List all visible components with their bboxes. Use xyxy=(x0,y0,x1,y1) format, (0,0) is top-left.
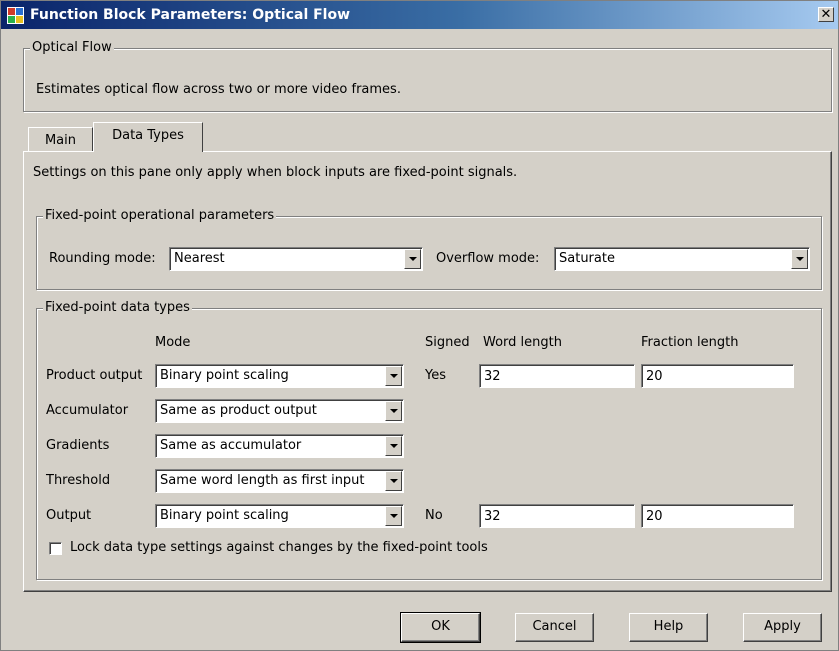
header-mode: Mode xyxy=(155,335,191,350)
ok-button-label: OK xyxy=(431,619,450,634)
accumulator-mode-select[interactable]: Same as product output xyxy=(155,399,404,423)
overflow-mode-value: Saturate xyxy=(559,251,615,266)
overflow-dropdown-arrow-icon[interactable] xyxy=(791,249,808,269)
description-text: Estimates optical flow across two or mor… xyxy=(36,82,401,97)
output-word-length-input[interactable] xyxy=(479,504,635,528)
product-output-signed: Yes xyxy=(425,368,446,383)
data-types-legend: Fixed-point data types xyxy=(43,300,192,315)
operational-legend: Fixed-point operational parameters xyxy=(43,208,277,223)
product-output-mode-select[interactable]: Binary point scaling xyxy=(155,364,404,388)
rounding-mode-value: Nearest xyxy=(174,251,225,266)
row-label-accumulator: Accumulator xyxy=(46,403,129,418)
description-legend: Optical Flow xyxy=(30,40,114,55)
output-signed: No xyxy=(425,508,443,523)
threshold-mode-value: Same word length as first input xyxy=(160,473,365,488)
gradients-mode-value: Same as accumulator xyxy=(160,438,302,453)
close-icon: ✕ xyxy=(820,7,832,22)
row-label-threshold: Threshold xyxy=(46,473,111,488)
output-dropdown-arrow-icon[interactable] xyxy=(385,506,402,526)
title-bar[interactable]: Function Block Parameters: Optical Flow … xyxy=(1,1,838,29)
cancel-button-label: Cancel xyxy=(532,619,577,634)
apply-button-label: Apply xyxy=(764,619,801,634)
simulink-block-icon xyxy=(7,7,24,24)
operational-parameters-group: Fixed-point operational parameters Round… xyxy=(36,208,822,290)
output-fraction-length-input[interactable] xyxy=(641,504,794,528)
apply-button[interactable]: Apply xyxy=(743,613,822,642)
accumulator-mode-value: Same as product output xyxy=(160,403,317,418)
product-output-dropdown-arrow-icon[interactable] xyxy=(385,366,402,386)
description-group: Optical Flow Estimates optical flow acro… xyxy=(23,40,832,112)
threshold-mode-select[interactable]: Same word length as first input xyxy=(155,469,404,493)
help-button-label: Help xyxy=(653,619,684,634)
close-button[interactable]: ✕ xyxy=(818,7,834,22)
tab-data-types-label: Data Types xyxy=(112,128,184,143)
header-word-length: Word length xyxy=(483,335,562,350)
row-label-output: Output xyxy=(46,508,92,523)
data-types-group: Fixed-point data types Mode Signed Word … xyxy=(36,300,822,580)
tab-data-types[interactable]: Data Types xyxy=(93,122,203,152)
help-button[interactable]: Help xyxy=(629,613,708,642)
pane-note: Settings on this pane only apply when bl… xyxy=(33,165,518,180)
rounding-dropdown-arrow-icon[interactable] xyxy=(404,249,421,269)
product-output-word-length-input[interactable] xyxy=(479,364,635,388)
product-output-mode-value: Binary point scaling xyxy=(160,368,289,383)
output-mode-value: Binary point scaling xyxy=(160,508,289,523)
lock-data-types-checkbox[interactable] xyxy=(49,542,62,555)
window-title: Function Block Parameters: Optical Flow xyxy=(30,7,351,23)
cancel-button[interactable]: Cancel xyxy=(515,613,594,642)
accumulator-dropdown-arrow-icon[interactable] xyxy=(385,401,402,421)
product-output-fraction-length-input[interactable] xyxy=(641,364,794,388)
header-signed: Signed xyxy=(425,335,470,350)
overflow-mode-label: Overflow mode: xyxy=(436,251,540,266)
output-mode-select[interactable]: Binary point scaling xyxy=(155,504,404,528)
tab-main[interactable]: Main xyxy=(28,127,93,152)
rounding-mode-label: Rounding mode: xyxy=(49,251,156,266)
dialog-window: Function Block Parameters: Optical Flow … xyxy=(0,0,839,651)
data-types-pane: Settings on this pane only apply when bl… xyxy=(23,151,832,592)
row-label-product-output: Product output xyxy=(46,368,143,383)
rounding-mode-select[interactable]: Nearest xyxy=(169,247,423,271)
header-fraction-length: Fraction length xyxy=(641,335,739,350)
ok-button[interactable]: OK xyxy=(400,612,481,643)
tab-main-label: Main xyxy=(44,133,77,148)
overflow-mode-select[interactable]: Saturate xyxy=(554,247,810,271)
lock-data-types-label[interactable]: Lock data type settings against changes … xyxy=(70,540,488,555)
gradients-mode-select[interactable]: Same as accumulator xyxy=(155,434,404,458)
gradients-dropdown-arrow-icon[interactable] xyxy=(385,436,402,456)
row-label-gradients: Gradients xyxy=(46,438,110,453)
threshold-dropdown-arrow-icon[interactable] xyxy=(385,471,402,491)
